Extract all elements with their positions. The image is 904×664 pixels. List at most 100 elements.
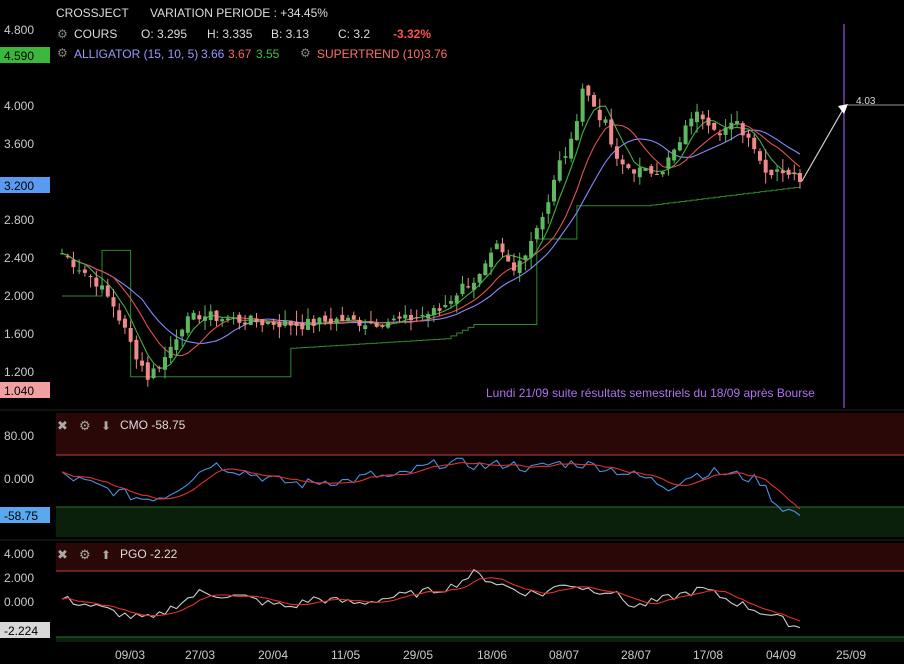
gear-icon[interactable]: ⚙ [79, 418, 91, 433]
candle-body [374, 322, 379, 327]
xtick: 04/09 [766, 648, 796, 662]
candle-body [677, 142, 682, 151]
price-high-badge-text: 4.590 [4, 49, 34, 63]
candle-body [185, 316, 190, 333]
xtick: 28/07 [621, 648, 651, 662]
candle-body [603, 119, 608, 123]
candle-body [449, 301, 454, 304]
candle-body [643, 167, 648, 171]
candle-body [174, 339, 179, 351]
candle-body [145, 362, 150, 380]
gear-icon[interactable]: ⚙ [57, 27, 68, 41]
candle-body [391, 318, 396, 321]
candle-body [626, 164, 631, 169]
candle-body [386, 322, 391, 328]
supertrend-label: SUPERTREND (10) [317, 47, 424, 61]
candle-body [614, 146, 619, 159]
candle-body [77, 270, 82, 272]
candle-body [197, 315, 202, 320]
ytick: 3.600 [4, 137, 34, 151]
candle-body [534, 227, 539, 240]
candle-body [368, 321, 373, 324]
candle-body [443, 305, 448, 308]
gear-icon[interactable]: ⚙ [57, 46, 68, 60]
xtick: 25/09 [836, 648, 866, 662]
candle-body [306, 318, 310, 330]
candle-body [323, 315, 328, 322]
candle-body [317, 317, 322, 325]
candle-body [529, 241, 534, 258]
xtick: 18/06 [477, 648, 507, 662]
candle-body [546, 202, 551, 214]
xtick: 29/05 [403, 648, 433, 662]
candle-body [689, 118, 694, 127]
stock-chart: 4.03 Lundi 21/09 suite résultats semestr… [0, 0, 904, 664]
arrow-down-icon[interactable]: ⬇ [101, 419, 111, 433]
close-icon[interactable]: ✖ [57, 547, 68, 562]
candle-body [140, 360, 145, 366]
candle-body [717, 133, 722, 136]
candle-body [597, 109, 602, 121]
ytick: 0.000 [4, 472, 34, 486]
candle-body [243, 322, 248, 325]
candle-body [437, 308, 442, 311]
candle-body [151, 368, 156, 379]
candle-body [757, 151, 762, 161]
ticker-name: CROSSJECT [56, 6, 129, 20]
candle-body [128, 327, 133, 342]
candle-body [265, 322, 270, 324]
candle-body [672, 149, 677, 161]
candle-body [489, 252, 494, 268]
candle-body [500, 243, 505, 253]
xtick: 20/04 [258, 648, 288, 662]
candle-body [208, 311, 213, 321]
cmo-title: CMO -58.75 [120, 418, 186, 432]
candle-body [117, 310, 122, 321]
candle-body [277, 321, 282, 328]
candle-body [735, 121, 740, 124]
candle-body [180, 329, 185, 337]
close-icon[interactable]: ✖ [57, 418, 68, 433]
gear-icon[interactable]: ⚙ [79, 547, 91, 562]
candle-body [654, 173, 659, 175]
cmo-badge-text: -58.75 [4, 509, 38, 523]
ytick: 4.000 [4, 547, 34, 561]
candle-body [311, 318, 316, 326]
candle-body [414, 317, 419, 319]
candle-body [431, 307, 436, 316]
candle-body [712, 122, 717, 130]
candle-body [357, 319, 362, 326]
candle-body [574, 121, 579, 140]
candle-body [260, 319, 265, 326]
candle-body [351, 315, 356, 320]
candle-body [769, 169, 774, 176]
candle-body [300, 322, 305, 330]
ytick: 1.200 [4, 365, 34, 379]
candle-body [511, 262, 516, 271]
candle-body [540, 216, 545, 230]
ytick: 4.800 [4, 23, 34, 37]
candle-body [105, 285, 110, 297]
alligator-value-jaw: 3.66 [201, 47, 225, 61]
candle-body [162, 357, 167, 370]
candle-body [420, 315, 425, 317]
high-value: H: 3.335 [207, 27, 253, 41]
candle-body [506, 255, 511, 262]
alligator-label: ALLIGATOR (15, 10, 5) [74, 47, 198, 61]
candle-body [288, 320, 293, 326]
candle-body [203, 316, 208, 321]
pgo-overbought-zone [56, 543, 904, 571]
ytick: 2.000 [4, 289, 34, 303]
candle-body [798, 172, 802, 182]
candle-body [729, 122, 734, 130]
candle-body [660, 171, 665, 175]
candle-body [71, 259, 76, 268]
alligator-value-teeth: 3.67 [228, 47, 252, 61]
candle-body [340, 314, 345, 322]
cmo-oversold-zone [56, 507, 904, 537]
candle-body [248, 315, 253, 326]
candle-body [786, 169, 791, 175]
gear-icon[interactable]: ⚙ [300, 46, 311, 60]
candle-body [408, 314, 413, 321]
arrow-up-icon[interactable]: ⬆ [101, 548, 111, 562]
